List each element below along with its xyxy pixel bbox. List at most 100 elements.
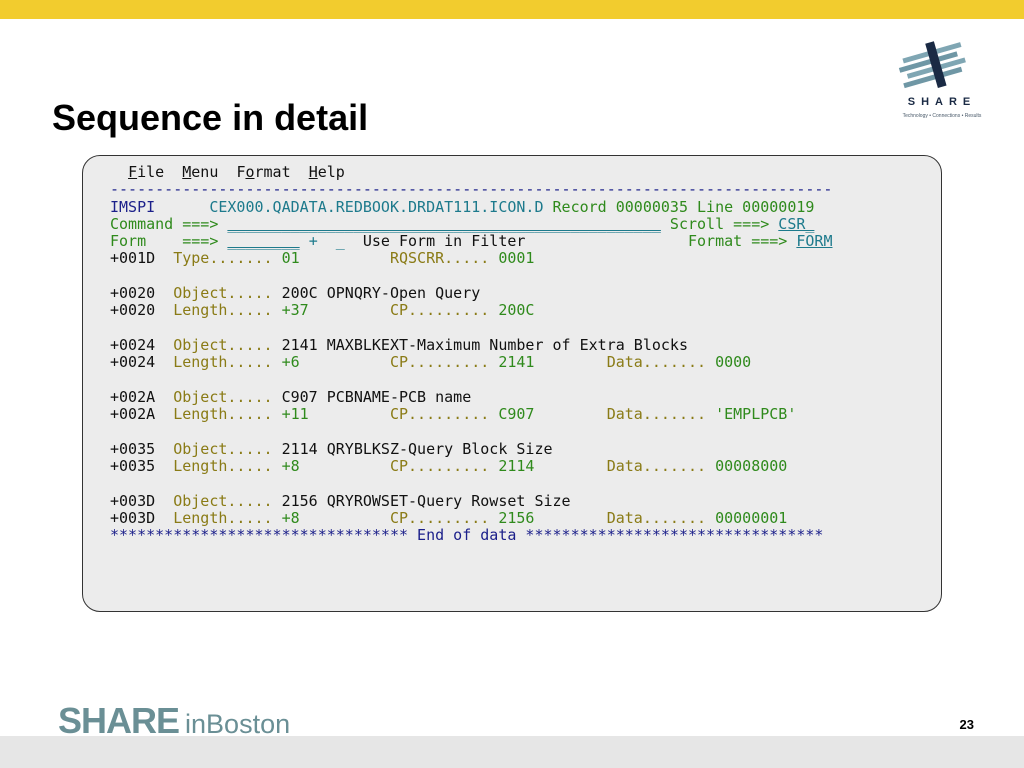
form-line: Form ===> ________ + _ Use Form in Filte… [110, 233, 833, 250]
line-value: 00000019 [742, 197, 815, 216]
object-code: 200C [281, 284, 318, 303]
slide: Sequence in detail SHARE Technology • Co… [0, 0, 1024, 768]
separator-line: ----------------------------------------… [110, 180, 833, 199]
length-value: +6 [281, 353, 300, 372]
cp-label: CP......... [389, 301, 490, 320]
entry-length-line: +0024 Length..... +6 CP......... 2141 Da… [110, 354, 833, 371]
system-name: IMSPI [110, 197, 156, 216]
data-label: Data....... [606, 405, 707, 424]
footer-in-word: in [185, 709, 207, 739]
command-line: Command ===> ___________________________… [110, 214, 833, 233]
type-offset: +001D [110, 249, 156, 268]
entry-offset: +0020 [110, 301, 156, 320]
object-name: OPNQRY-Open Query [326, 284, 481, 303]
top-color-bar [0, 0, 1024, 19]
rqscrr-value: 0001 [498, 249, 535, 268]
object-name: PCBNAME-PCB name [326, 387, 472, 406]
object-code: 2114 [281, 439, 318, 458]
format-input[interactable]: FORM [796, 232, 832, 250]
type-row: +001D Type....... 01 RQSCRR..... 0001 [110, 250, 833, 267]
header-line: IMSPI CEX000.QADATA.REDBOOK.DRDAT111.ICO… [110, 197, 833, 216]
line-label: Line [697, 197, 734, 216]
footer-city: Boston [206, 709, 291, 739]
scroll-input[interactable]: CSR_ [778, 215, 814, 233]
data-value: 00008000 [715, 457, 788, 476]
entry-object-line: +002A Object..... C907 PCBNAME-PCB name [110, 387, 833, 406]
menu-file[interactable]: File [128, 163, 164, 181]
data-value: 'EMPLPCB' [715, 405, 797, 424]
data-label: Data....... [606, 457, 707, 476]
menu-format[interactable]: Format [236, 163, 290, 181]
menu-help[interactable]: Help [309, 163, 345, 181]
entry-offset: +002A [110, 387, 156, 406]
entry-object-line: +0020 Object..... 200C OPNQRY-Open Query [110, 284, 833, 303]
terminal-screen: File Menu Format Help ------------------… [110, 163, 833, 545]
length-label: Length..... [173, 353, 273, 372]
cp-value: 2114 [498, 457, 535, 476]
object-label: Object..... [173, 387, 273, 406]
entry-length-line: +0020 Length..... +37 CP......... 200C [110, 302, 833, 319]
command-input[interactable]: ________________________________________… [227, 215, 660, 233]
cp-label: CP......... [389, 405, 490, 424]
length-value: +8 [281, 457, 300, 476]
type-value: 01 [281, 249, 300, 268]
entry-offset: +003D [110, 508, 156, 527]
cp-label: CP......... [389, 457, 490, 476]
object-name: QRYBLKSZ-Query Block Size [326, 439, 553, 458]
data-label: Data....... [606, 353, 707, 372]
cp-value: 200C [498, 301, 535, 320]
length-label: Length..... [173, 301, 273, 320]
entry-object-line: +0024 Object..... 2141 MAXBLKEXT-Maximum… [110, 335, 833, 354]
length-label: Length..... [173, 457, 273, 476]
entry-offset: +0035 [110, 457, 156, 476]
entry-length-line: +003D Length..... +8 CP......... 2156 Da… [110, 508, 833, 527]
share-logo-icon [898, 41, 966, 89]
object-name: QRYROWSET-Query Rowset Size [326, 491, 571, 510]
slide-title: Sequence in detail [52, 97, 369, 138]
object-code: C907 [281, 387, 318, 406]
object-code: 2156 [281, 491, 318, 510]
rqscrr-label: RQSCRR..... [389, 249, 490, 268]
scroll-label: Scroll ===> [669, 214, 770, 233]
footer-share-word: SHARE [58, 700, 180, 741]
entry-object-line: +0035 Object..... 2114 QRYBLKSZ-Query Bl… [110, 439, 833, 458]
share-logo: SHARE Technology • Connections • Results [892, 38, 992, 124]
menu-menu[interactable]: Menu [182, 163, 218, 181]
entry-offset: +0035 [110, 439, 156, 458]
record-value: 00000035 [615, 197, 688, 216]
end-of-data-text: End of data [417, 526, 517, 545]
form-label: Form ===> [110, 232, 219, 251]
entry-offset: +003D [110, 491, 156, 510]
footer-brand: SHARE inBoston [58, 700, 290, 742]
data-value: 00000001 [715, 508, 788, 527]
data-label: Data....... [606, 508, 707, 527]
end-stars-left: ********************************* [110, 526, 409, 545]
length-label: Length..... [173, 508, 273, 527]
length-value: +11 [281, 405, 309, 424]
filter-label: Use Form in Filter [362, 232, 526, 251]
share-logo-tagline: Technology • Connections • Results [902, 113, 982, 119]
end-of-data-line: ********************************* End of… [110, 527, 833, 544]
ispf-terminal-panel: File Menu Format Help ------------------… [82, 155, 942, 612]
entry-length-line: +002A Length..... +11 CP......... C907 D… [110, 406, 833, 423]
cp-label: CP......... [389, 508, 490, 527]
length-value: +37 [281, 301, 309, 320]
entry-offset: +0024 [110, 353, 156, 372]
filter-checkbox[interactable]: _ [336, 232, 345, 250]
length-value: +8 [281, 508, 300, 527]
record-label: Record [552, 197, 607, 216]
object-label: Object..... [173, 491, 273, 510]
entry-object-line: +003D Object..... 2156 QRYROWSET-Query R… [110, 491, 833, 510]
page-number: 23 [959, 717, 974, 732]
form-input[interactable]: ________ [227, 232, 299, 250]
format-label: Format ===> [688, 232, 788, 251]
type-label: Type....... [173, 249, 273, 268]
data-value: 0000 [715, 353, 752, 372]
dataset-name: CEX000.QADATA.REDBOOK.DRDAT111.ICON.D [209, 197, 544, 216]
form-prompt-plus[interactable]: + [309, 232, 318, 250]
object-name: MAXBLKEXT-Maximum Number of Extra Blocks [326, 335, 688, 354]
